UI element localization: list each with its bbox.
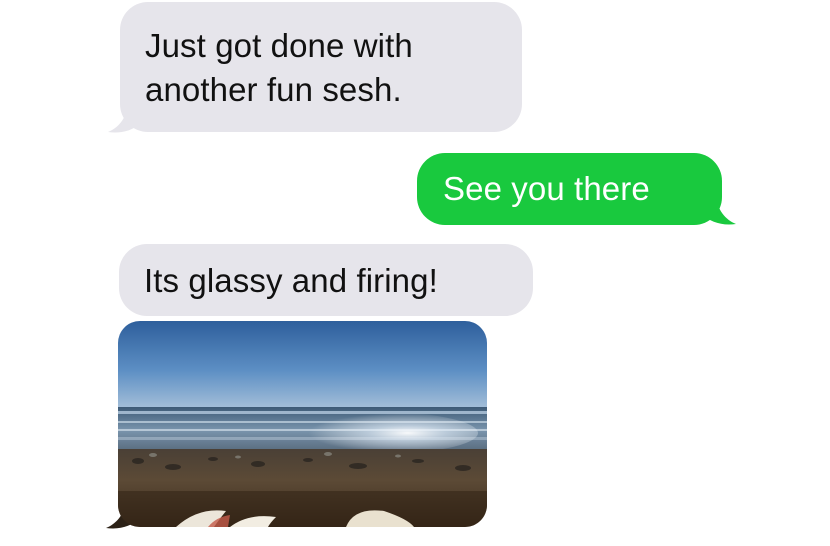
message-text: Just got done with another fun sesh. <box>145 27 413 108</box>
photo-image <box>118 321 487 527</box>
beach-surf-photo[interactable] <box>118 321 487 527</box>
message-thread: Just got done with another fun sesh. See… <box>0 0 830 546</box>
message-text: See you there <box>443 170 650 207</box>
incoming-message[interactable]: Its glassy and firing! <box>119 244 533 316</box>
outgoing-message[interactable]: See you there <box>417 153 722 225</box>
message-text: Its glassy and firing! <box>144 262 438 299</box>
incoming-message[interactable]: Just got done with another fun sesh. <box>120 2 522 132</box>
